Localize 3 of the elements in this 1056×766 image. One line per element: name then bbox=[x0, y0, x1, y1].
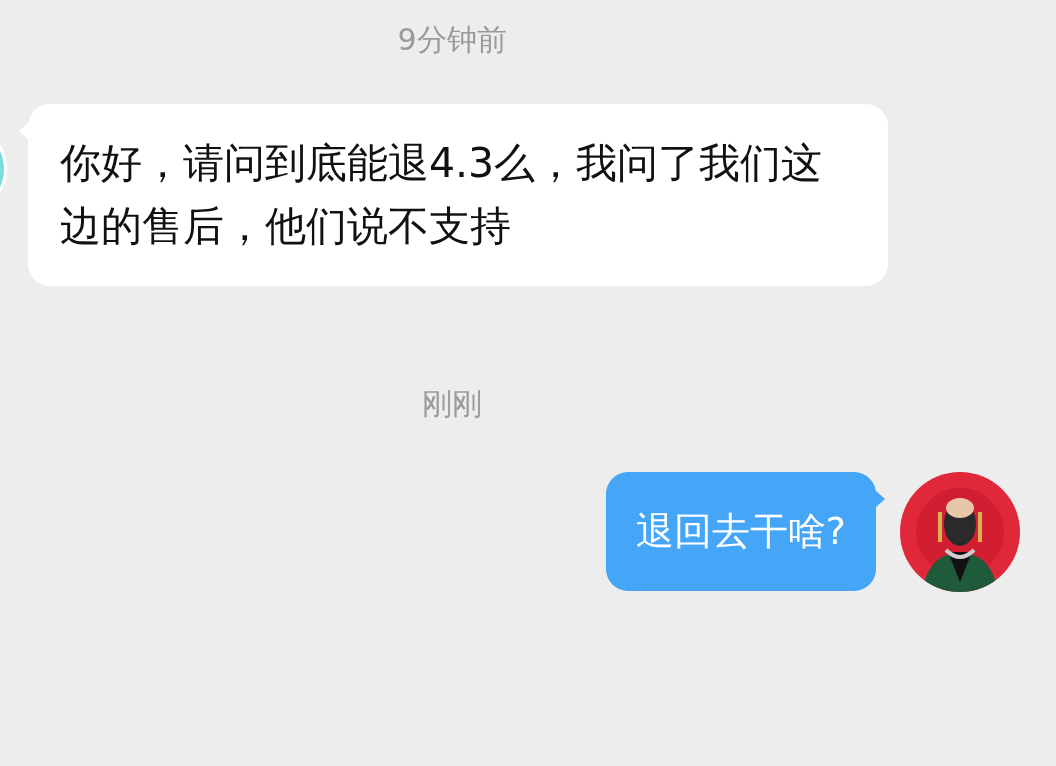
timestamp: 刚刚 bbox=[422, 386, 482, 422]
timestamp: 9分钟前 bbox=[397, 22, 507, 58]
bubble-tail bbox=[875, 490, 885, 508]
